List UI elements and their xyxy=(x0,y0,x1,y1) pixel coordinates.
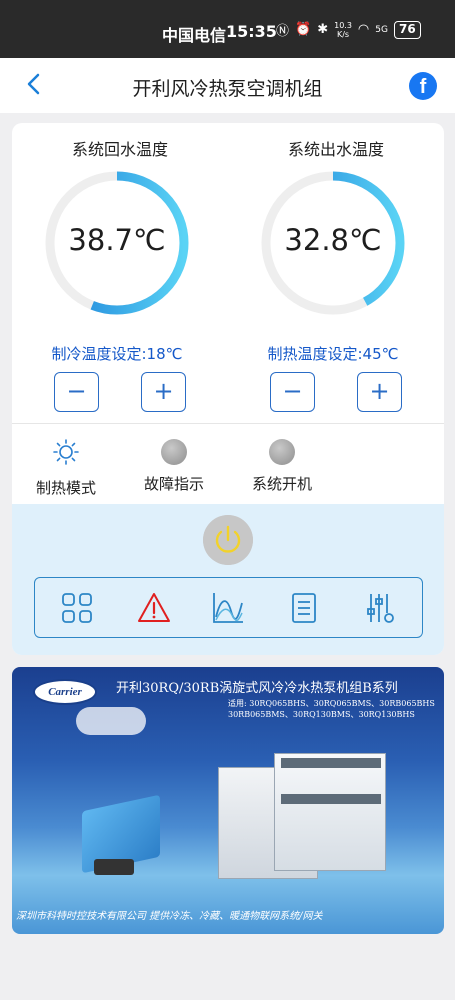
network-speed: 10.3 K/s xyxy=(334,20,352,39)
power-button-icon[interactable] xyxy=(203,515,253,565)
fan-row xyxy=(281,758,381,768)
network-type: 5G xyxy=(375,24,388,35)
battery-indicator: 76 xyxy=(393,20,421,39)
control-panel xyxy=(12,504,444,655)
grey-led-icon xyxy=(269,439,295,465)
warning-icon[interactable] xyxy=(137,591,171,625)
grey-led-icon xyxy=(161,439,187,465)
sliders-icon[interactable] xyxy=(363,591,397,625)
grid-icon[interactable] xyxy=(60,591,94,625)
status-icons: Ⓝ ⏰ ✱ 10.3 K/s ◠ 5G 76 xyxy=(276,20,421,39)
nfc-icon: Ⓝ xyxy=(276,24,290,39)
product-banner[interactable]: Carrier 开利30RQ/30RB涡旋式风冷冷水热泵机组B系列 适用: 30… xyxy=(12,667,444,934)
cooling-setpoint-label: 制冷温度设定:18℃ xyxy=(51,345,183,363)
wifi-icon: ◠ xyxy=(357,22,370,37)
control-card: 系统回水温度 38.7℃ 制冷温度设定:18℃ − + 系统出水温度 32.8℃… xyxy=(12,123,444,655)
cooling-increase-button[interactable]: + xyxy=(141,372,186,412)
bluetooth-icon: ✱ xyxy=(317,22,329,37)
gateway-connector-image xyxy=(94,859,134,875)
list-icon[interactable] xyxy=(287,591,321,625)
fan-row xyxy=(281,794,381,804)
return-water-label: 系统回水温度 xyxy=(71,140,168,159)
return-water-value: 38.7℃ xyxy=(68,223,166,257)
app-header: 开利风冷热泵空调机组 f xyxy=(0,58,455,113)
facebook-icon[interactable]: f xyxy=(409,72,437,100)
sun-icon xyxy=(53,439,79,465)
chiller-unit-image xyxy=(274,753,386,871)
heating-increase-button[interactable]: + xyxy=(357,372,402,412)
divider xyxy=(12,423,444,424)
fault-indicator: 故障指示 xyxy=(124,439,224,494)
cloud-icon xyxy=(76,707,146,735)
supply-water-label: 系统出水温度 xyxy=(287,140,384,159)
heating-mode-label: 制热模式 xyxy=(35,479,96,497)
status-bar: 中国电信 15:35 Ⓝ ⏰ ✱ 10.3 K/s ◠ 5G 76 xyxy=(0,0,455,58)
heating-decrease-button[interactable]: − xyxy=(270,372,315,412)
function-toolbar xyxy=(34,577,423,638)
carrier-logo: Carrier xyxy=(33,679,97,705)
heating-setpoint-label: 制热温度设定:45℃ xyxy=(267,345,399,363)
cooling-decrease-button[interactable]: − xyxy=(54,372,99,412)
fault-indicator-label: 故障指示 xyxy=(143,475,204,493)
heating-mode-indicator: 制热模式 xyxy=(16,439,116,498)
carrier-name: 中国电信 xyxy=(162,26,227,45)
banner-footer: 深圳市科特时控技术有限公司 提供冷冻、冷藏、暖通物联网系统/网关 xyxy=(16,911,323,922)
system-on-label: 系统开机 xyxy=(251,475,312,493)
chart-icon[interactable] xyxy=(211,591,245,625)
alarm-icon: ⏰ xyxy=(295,22,312,37)
system-on-indicator: 系统开机 xyxy=(232,439,332,494)
banner-title: 开利30RQ/30RB涡旋式风冷冷水热泵机组B系列 xyxy=(116,681,398,696)
banner-models: 适用: 30RQ065BHS、30RQ065BMS、30RB065BHS 30R… xyxy=(228,699,435,719)
supply-water-value: 32.8℃ xyxy=(284,223,382,257)
clock: 15:35 xyxy=(226,22,277,41)
page-title: 开利风冷热泵空调机组 xyxy=(132,78,323,100)
